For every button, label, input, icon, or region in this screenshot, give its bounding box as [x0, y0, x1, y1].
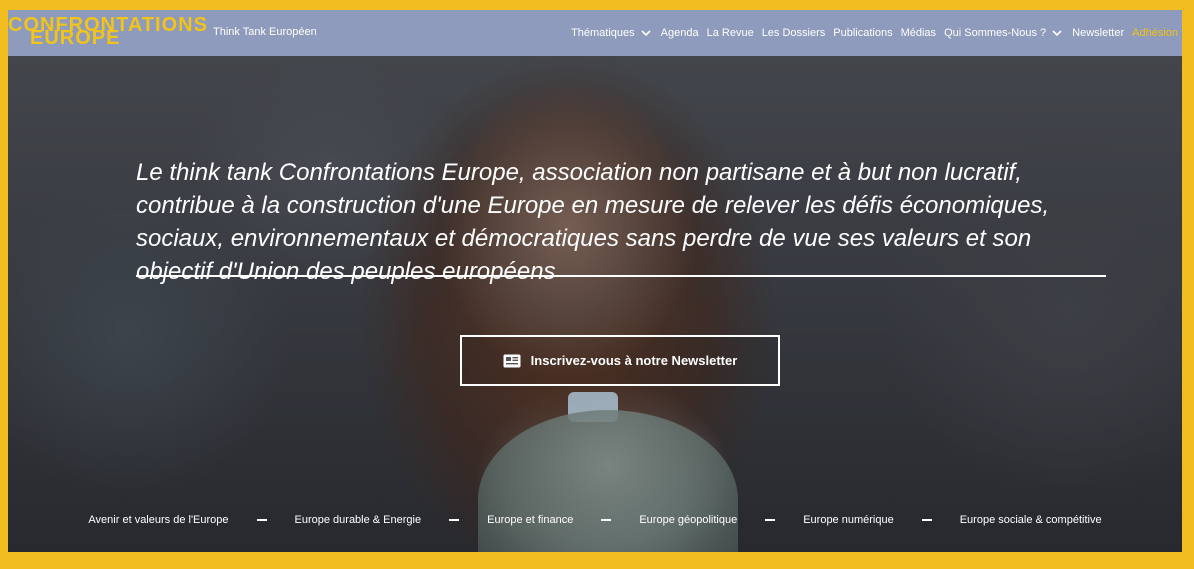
- site-logo[interactable]: CONFRONTATIONS EUROPE: [8, 15, 208, 52]
- newsletter-signup-button[interactable]: Inscrivez-vous à notre Newsletter: [460, 335, 780, 386]
- separator-dash: [601, 519, 612, 521]
- chevron-down-icon: [1052, 30, 1062, 37]
- theme-link-avenir-valeurs[interactable]: Avenir et valeurs de l'Europe: [84, 514, 232, 526]
- separator-dash: [765, 519, 776, 521]
- newspaper-icon: [503, 354, 521, 367]
- nav-item-thematiques[interactable]: Thématiques: [567, 27, 657, 39]
- nav-item-newsletter[interactable]: Newsletter: [1068, 27, 1128, 39]
- nav-item-agenda[interactable]: Agenda: [657, 27, 703, 39]
- logo-line-2: EUROPE: [30, 27, 121, 49]
- nav-item-la-revue[interactable]: La Revue: [703, 27, 758, 39]
- themes-bar: Avenir et valeurs de l'Europe Europe dur…: [8, 510, 1182, 530]
- theme-link-finance[interactable]: Europe et finance: [483, 514, 577, 526]
- main-nav: Thématiques Agenda La Revue Les Dossiers…: [567, 10, 1182, 56]
- separator-dash: [256, 519, 267, 521]
- nav-item-publications[interactable]: Publications: [829, 27, 896, 39]
- nav-item-adhesion[interactable]: Adhésion: [1128, 27, 1182, 39]
- nav-label: Qui Sommes-Nous ?: [944, 27, 1047, 39]
- nav-item-qui-sommes-nous[interactable]: Qui Sommes-Nous ?: [940, 27, 1068, 39]
- separator-dash: [449, 519, 460, 521]
- page-frame: CONFRONTATIONS EUROPE Think Tank Europée…: [8, 10, 1182, 552]
- mission-underline: [136, 275, 1106, 277]
- theme-link-numerique[interactable]: Europe numérique: [799, 514, 898, 526]
- nav-item-les-dossiers[interactable]: Les Dossiers: [758, 27, 830, 39]
- separator-dash: [921, 519, 932, 521]
- theme-link-durable-energie[interactable]: Europe durable & Energie: [291, 514, 426, 526]
- chevron-down-icon: [641, 30, 651, 37]
- newsletter-button-label: Inscrivez-vous à notre Newsletter: [530, 353, 738, 368]
- theme-link-sociale-competitive[interactable]: Europe sociale & compétitive: [956, 514, 1106, 526]
- site-tagline: Think Tank Européen: [213, 26, 317, 38]
- mission-statement: Le think tank Confrontations Europe, ass…: [136, 159, 1050, 285]
- nav-item-medias[interactable]: Médias: [897, 27, 940, 39]
- navbar: CONFRONTATIONS EUROPE Think Tank Europée…: [8, 10, 1182, 56]
- nav-label: Thématiques: [571, 27, 635, 39]
- theme-link-geopolitique[interactable]: Europe géopolitique: [635, 514, 741, 526]
